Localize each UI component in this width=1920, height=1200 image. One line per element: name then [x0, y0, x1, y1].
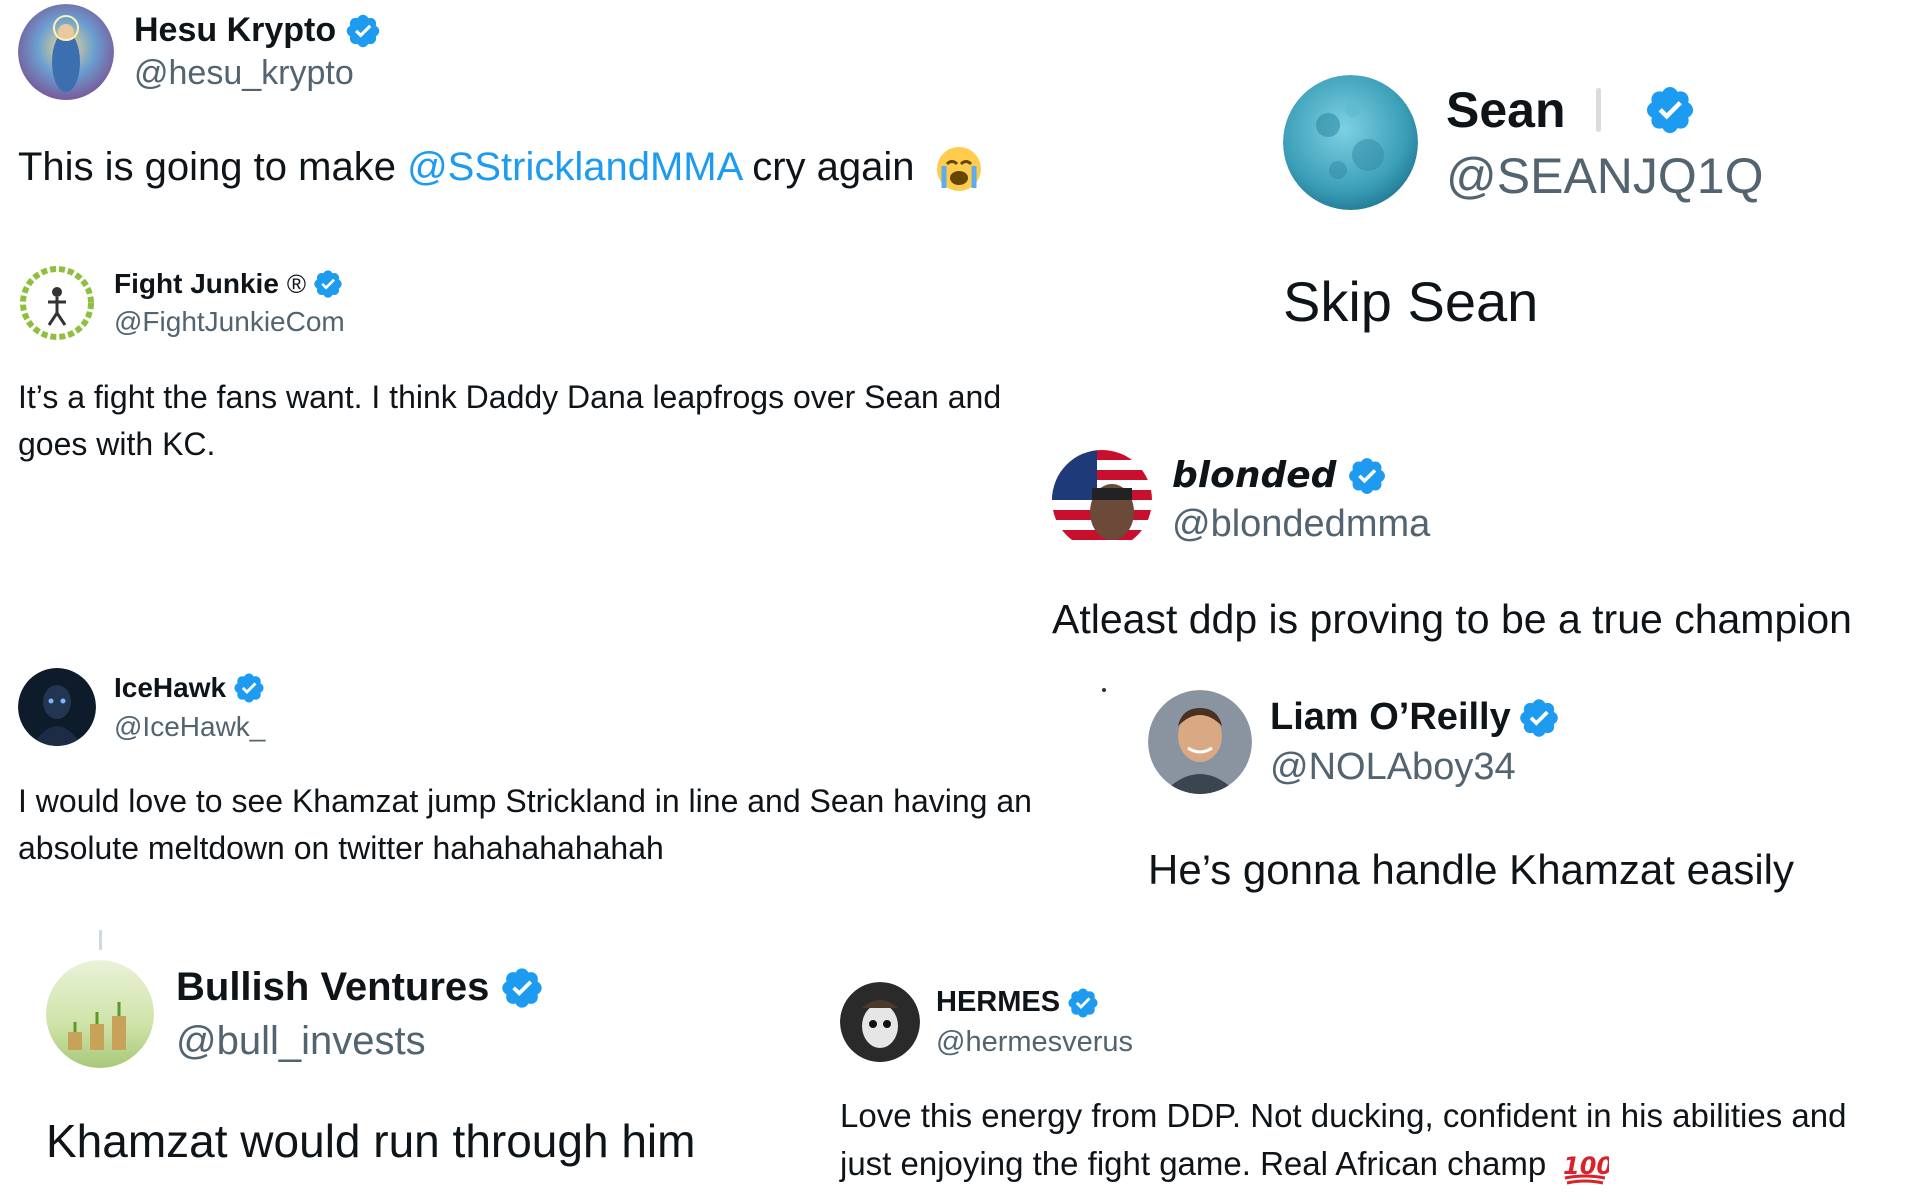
user-handle[interactable]: @bull_invests	[176, 1019, 545, 1064]
display-name[interactable]: Liam O’Reilly	[1270, 696, 1511, 739]
display-name[interactable]: Fight Junkie	[114, 268, 279, 300]
tweet-blonded: blonded @blondedmma Atleast ddp is provi…	[1052, 450, 1912, 650]
verified-badge-icon	[1517, 696, 1561, 740]
user-handle[interactable]: @SEANJQ1Q	[1446, 147, 1764, 205]
display-name[interactable]: blonded	[1172, 455, 1336, 496]
exclamation-icon	[1595, 87, 1601, 132]
tweet-fightjunkie: Fight Junkie ® @FightJunkieCom It’s a fi…	[18, 264, 1098, 464]
tweet-liam: Liam O’Reilly @NOLAboy34 He’s gonna hand…	[1148, 690, 1908, 910]
tweet-header: Hesu Krypto @hesu_krypto	[18, 4, 382, 100]
tweet-text: He’s gonna handle Khamzat easily	[1148, 846, 1794, 893]
registered-mark: ®	[286, 268, 307, 299]
tweet-sean: Sean @SEANJQ1Q Skip Sean	[1283, 75, 1883, 335]
user-handle[interactable]: @hesu_krypto	[134, 54, 382, 93]
display-name[interactable]: HERMES	[936, 986, 1060, 1019]
tweet-text-line: absolute meltdown on twitter hahahahahah…	[18, 830, 664, 866]
tweet-hermes: HERMES @hermesverus Love this energy fro…	[840, 982, 1915, 1192]
avatar[interactable]	[18, 264, 96, 342]
tweet-text: Skip Sean	[1283, 270, 1539, 333]
tweet-text-line: Love this energy from DDP. Not ducking, …	[840, 1097, 1847, 1134]
tweet-text-end: cry again	[741, 145, 915, 189]
hundred-points-icon: 100	[1563, 1152, 1609, 1185]
loudly-crying-face-icon	[936, 147, 981, 192]
tweet-header: IceHawk @IceHawk_	[18, 668, 266, 746]
tweet-header: HERMES @hermesverus	[840, 982, 1133, 1062]
user-handle[interactable]: @FightJunkieCom	[114, 306, 345, 338]
tweet-header: Bullish Ventures @bull_invests	[46, 960, 545, 1068]
tweet-text: This is going to make @SStricklandMMA cr…	[18, 138, 984, 196]
tweet-text: It’s a fight the fans want. I think Dadd…	[18, 374, 1001, 468]
avatar[interactable]	[1283, 75, 1418, 210]
verified-badge-icon	[1066, 986, 1100, 1020]
mention-link[interactable]: @SStricklandMMA	[407, 145, 741, 189]
tweet-icehawk: IceHawk @IceHawk_ I would love to see Kh…	[18, 668, 1118, 888]
tweet-header: Liam O’Reilly @NOLAboy34	[1148, 690, 1561, 794]
avatar[interactable]	[46, 960, 154, 1068]
display-name[interactable]: Sean	[1446, 81, 1566, 139]
display-name[interactable]: Bullish Ventures	[176, 965, 489, 1010]
display-name[interactable]: IceHawk	[114, 672, 226, 704]
avatar[interactable]	[840, 982, 920, 1062]
display-name[interactable]: Hesu Krypto	[134, 11, 336, 50]
tweet-bullish: Bullish Ventures @bull_invests Khamzat w…	[46, 960, 826, 1190]
tweet-text: Khamzat would run through him	[46, 1115, 696, 1167]
tweet-text-line: just enjoying the fight game. Real Afric…	[840, 1140, 1846, 1188]
avatar[interactable]	[18, 668, 96, 746]
verified-badge-icon	[499, 965, 545, 1011]
thread-line	[99, 930, 102, 950]
verified-badge-icon	[1643, 83, 1697, 137]
user-handle[interactable]: @blondedmma	[1172, 503, 1430, 546]
tweet-text-line-end: just enjoying the fight game. Real Afric…	[840, 1145, 1547, 1182]
tweet-header: blonded @blondedmma	[1052, 450, 1430, 550]
tweet-text-line: It’s a fight the fans want. I think Dadd…	[18, 379, 1002, 415]
avatar[interactable]	[1052, 450, 1152, 550]
verified-badge-icon	[344, 12, 382, 50]
user-handle[interactable]: @hermesverus	[936, 1026, 1133, 1059]
tweet-text: Love this energy from DDP. Not ducking, …	[840, 1092, 1846, 1188]
tweet-hesu: Hesu Krypto @hesu_krypto This is going t…	[18, 4, 1058, 204]
tweet-text-line: I would love to see Khamzat jump Strickl…	[18, 783, 1032, 819]
verified-badge-icon	[312, 268, 344, 300]
tweet-header: Fight Junkie ® @FightJunkieCom	[18, 264, 345, 342]
separator-dot	[1102, 688, 1106, 692]
avatar[interactable]	[1148, 690, 1252, 794]
tweet-text-start: This is going to make	[18, 145, 408, 189]
tweet-text-line: goes with KC.	[18, 426, 216, 462]
tweet-text: I would love to see Khamzat jump Strickl…	[18, 778, 1032, 872]
avatar[interactable]	[18, 4, 114, 100]
verified-badge-icon	[232, 671, 266, 705]
user-handle[interactable]: @NOLAboy34	[1270, 746, 1561, 789]
tweet-text: Atleast ddp is proving to be a true cham…	[1052, 596, 1852, 642]
tweet-header: Sean @SEANJQ1Q	[1283, 75, 1764, 210]
verified-badge-icon	[1346, 455, 1388, 497]
user-handle[interactable]: @IceHawk_	[114, 711, 266, 743]
